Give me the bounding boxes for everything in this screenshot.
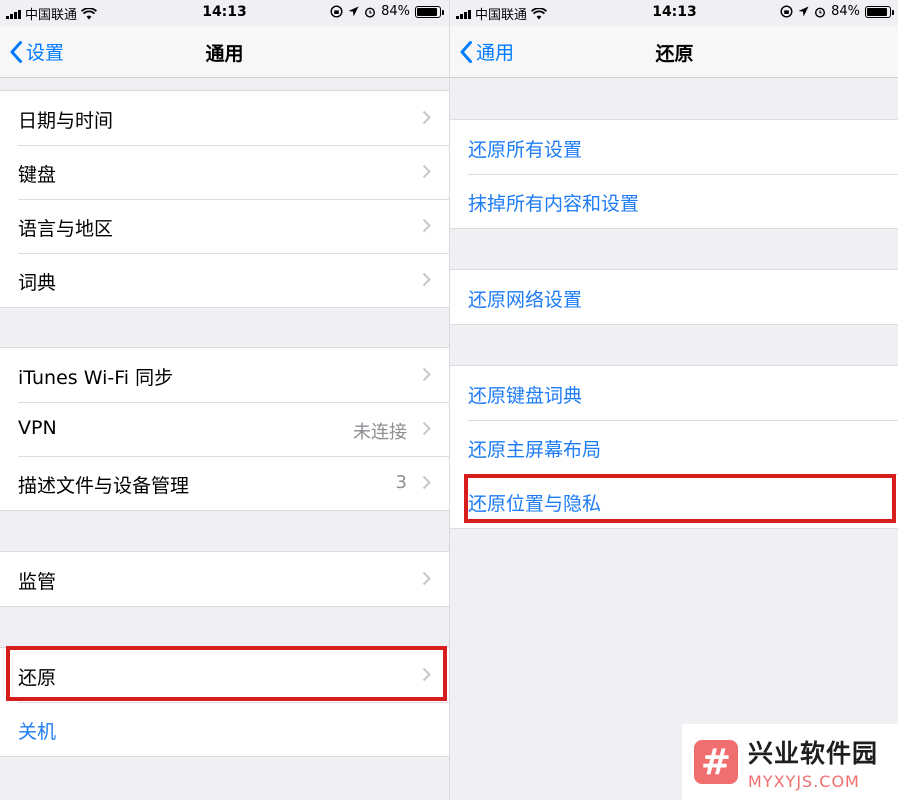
site-watermark: # 兴业软件园 MYXYJS.COM bbox=[682, 724, 898, 800]
location-icon bbox=[798, 6, 809, 17]
chevron-right-icon bbox=[422, 164, 431, 179]
reset-all-settings-row[interactable]: 还原所有设置 bbox=[450, 120, 898, 174]
row-label: 关机 bbox=[18, 721, 57, 743]
chevron-right-icon bbox=[422, 367, 431, 382]
row-label: iTunes Wi-Fi 同步 bbox=[18, 367, 174, 389]
itunes-wifi-sync-row[interactable]: iTunes Wi-Fi 同步 bbox=[0, 348, 449, 402]
reset-screen: 中国联通 14:13 84% 通用 还原 还原所有设置 抹掉所有内容和设置 还原… bbox=[449, 0, 898, 800]
alarm-icon bbox=[365, 7, 376, 18]
row-label: 还原主屏幕布局 bbox=[468, 439, 602, 461]
settings-group-supervision: 监管 bbox=[0, 551, 449, 607]
profiles-device-management-row[interactable]: 描述文件与设备管理 3 bbox=[0, 456, 449, 510]
shut-down-row[interactable]: 关机 bbox=[0, 702, 449, 756]
row-label: 键盘 bbox=[18, 164, 57, 186]
chevron-right-icon bbox=[422, 421, 431, 436]
supervision-row[interactable]: 监管 bbox=[0, 552, 449, 606]
reset-keyboard-dictionary-row[interactable]: 还原键盘词典 bbox=[450, 366, 898, 420]
reset-home-screen-layout-row[interactable]: 还原主屏幕布局 bbox=[450, 420, 898, 474]
site-name: 兴业软件园 bbox=[748, 738, 879, 768]
chevron-right-icon bbox=[422, 272, 431, 287]
settings-group-general: 日期与时间 键盘 语言与地区 词典 bbox=[0, 90, 449, 308]
vpn-status-value: 未连接 bbox=[353, 422, 407, 443]
site-domain: MYXYJS.COM bbox=[748, 771, 860, 791]
keyboard-row[interactable]: 键盘 bbox=[0, 145, 449, 199]
general-settings-screen: 中国联通 14:13 84% 设置 通用 日期与时间 键盘 语言与地区 词典 i… bbox=[0, 0, 449, 800]
vpn-row[interactable]: VPN 未连接 bbox=[0, 402, 449, 456]
navigation-bar: 设置 通用 bbox=[0, 26, 449, 78]
erase-all-content-row[interactable]: 抹掉所有内容和设置 bbox=[450, 174, 898, 228]
battery-percent: 84% bbox=[381, 4, 410, 19]
battery-icon bbox=[865, 5, 894, 18]
date-time-row[interactable]: 日期与时间 bbox=[0, 91, 449, 145]
reset-group-settings: 还原所有设置 抹掉所有内容和设置 bbox=[450, 119, 898, 229]
row-label: 词典 bbox=[18, 272, 57, 294]
chevron-right-icon bbox=[422, 110, 431, 125]
chevron-right-icon bbox=[422, 218, 431, 233]
status-bar: 中国联通 14:13 84% bbox=[450, 0, 898, 26]
dictionary-row[interactable]: 词典 bbox=[0, 253, 449, 307]
page-title: 通用 bbox=[205, 43, 244, 65]
row-label: 描述文件与设备管理 bbox=[18, 475, 190, 497]
battery-icon bbox=[415, 5, 444, 18]
orientation-lock-icon bbox=[330, 5, 343, 18]
row-label: 监管 bbox=[18, 571, 57, 593]
row-label: 还原所有设置 bbox=[468, 139, 583, 161]
highlight-box bbox=[6, 646, 447, 701]
orientation-lock-icon bbox=[780, 5, 793, 18]
settings-group-sync-vpn: iTunes Wi-Fi 同步 VPN 未连接 描述文件与设备管理 3 bbox=[0, 347, 449, 511]
row-label: 抹掉所有内容和设置 bbox=[468, 193, 640, 215]
page-title: 还原 bbox=[655, 43, 694, 65]
row-label: 还原网络设置 bbox=[468, 289, 583, 311]
highlight-box bbox=[464, 474, 896, 523]
row-label: 还原键盘词典 bbox=[468, 385, 583, 407]
alarm-icon bbox=[815, 7, 826, 18]
language-region-row[interactable]: 语言与地区 bbox=[0, 199, 449, 253]
chevron-right-icon bbox=[422, 475, 431, 490]
battery-percent: 84% bbox=[831, 4, 860, 19]
profiles-count-value: 3 bbox=[395, 472, 407, 493]
reset-group-network: 还原网络设置 bbox=[450, 269, 898, 325]
row-label: 语言与地区 bbox=[18, 218, 114, 240]
reset-network-settings-row[interactable]: 还原网络设置 bbox=[450, 270, 898, 324]
location-icon bbox=[348, 6, 359, 17]
navigation-bar: 通用 还原 bbox=[450, 26, 898, 78]
chevron-right-icon bbox=[422, 571, 431, 586]
site-logo-icon: # bbox=[694, 740, 738, 784]
status-bar: 中国联通 14:13 84% bbox=[0, 0, 449, 26]
row-label: 日期与时间 bbox=[18, 110, 114, 132]
row-label: VPN bbox=[18, 417, 57, 439]
